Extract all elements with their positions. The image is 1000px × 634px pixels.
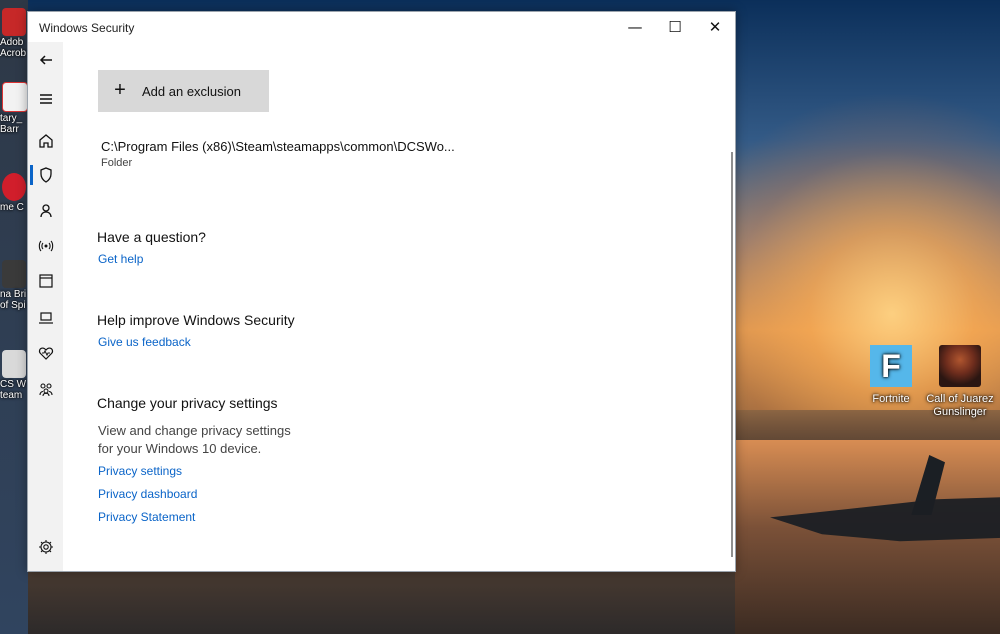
back-arrow-icon [39,55,52,65]
active-nav-indicator [30,165,33,185]
sidebar [28,42,63,571]
app-icon [2,173,26,201]
call-of-juarez-icon [939,345,981,387]
desktop-icon-red-app[interactable]: me C [0,173,28,214]
hamburger-icon [40,94,52,104]
privacy-text-line-2: for your Windows 10 device. [98,441,262,456]
privacy-text-line-1: View and change privacy settings [98,423,291,438]
shield-icon [40,167,52,183]
back-button[interactable] [36,50,56,70]
game-icon [2,260,26,288]
laptop-icon [39,312,53,324]
maximize-button[interactable]: ☐ [655,12,695,42]
dcs-icon [2,350,26,378]
maximize-icon: ☐ [668,18,682,36]
virus-protection-nav-item[interactable] [36,165,56,185]
adobe-icon [2,8,26,36]
add-exclusion-button[interactable]: + Add an exclusion [98,70,269,112]
privacy-heading: Change your privacy settings [97,395,278,411]
menu-button[interactable] [36,89,56,109]
browser-window-icon [39,274,53,288]
home-icon [39,134,53,148]
desktop-icon-call-of-juarez[interactable]: Call of Juarez Gunslinger [922,345,998,418]
window-title: Windows Security [39,21,135,35]
feedback-link[interactable]: Give us feedback [98,335,191,349]
firewall-network-nav-item[interactable] [36,236,56,256]
plus-icon: + [114,79,126,101]
close-icon: ✕ [708,18,722,36]
get-help-link[interactable]: Get help [98,252,143,266]
windows-security-window: Windows Security — ☐ ✕ + Add an exclusio… [27,11,736,572]
desktop-icon-adobe[interactable]: Adob Acrob [0,8,28,59]
desktop-icon-pdf[interactable]: tary_ Barr [0,82,28,135]
family-icon [39,383,53,397]
desktop-icon-game[interactable]: na Bri of Spi [0,260,28,311]
account-icon [40,204,52,218]
privacy-statement-link[interactable]: Privacy Statement [98,510,195,524]
question-heading: Have a question? [97,229,206,245]
fortnite-icon: F [870,345,912,387]
desktop-icon-fortnite[interactable]: F Fortnite [856,345,926,406]
main-content: + Add an exclusion C:\Program Files (x86… [63,42,725,571]
desktop-icon-dcs[interactable]: CS W team [0,350,28,401]
family-options-nav-item[interactable] [36,379,56,399]
device-security-nav-item[interactable] [36,308,56,328]
device-performance-nav-item[interactable] [36,343,56,363]
title-bar: Windows Security — ☐ ✕ [28,12,735,42]
privacy-settings-link[interactable]: Privacy settings [98,464,182,478]
scrollbar-track[interactable] [725,42,735,571]
scrollbar-thumb[interactable] [731,152,733,557]
exclusion-path[interactable]: C:\Program Files (x86)\Steam\steamapps\c… [101,139,455,154]
settings-nav-item[interactable] [36,537,56,557]
app-browser-control-nav-item[interactable] [36,271,56,291]
exclusion-type: Folder [101,157,133,169]
home-nav-item[interactable] [36,131,56,151]
add-exclusion-label: Add an exclusion [142,83,242,99]
improve-heading: Help improve Windows Security [97,312,295,328]
minimize-icon: — [627,18,643,36]
gear-icon [39,540,53,554]
minimize-button[interactable]: — [615,12,655,42]
health-heart-icon [38,347,54,360]
pdf-icon [2,82,28,112]
network-icon [38,240,54,252]
close-button[interactable]: ✕ [695,12,735,42]
account-protection-nav-item[interactable] [36,201,56,221]
privacy-dashboard-link[interactable]: Privacy dashboard [98,487,197,501]
